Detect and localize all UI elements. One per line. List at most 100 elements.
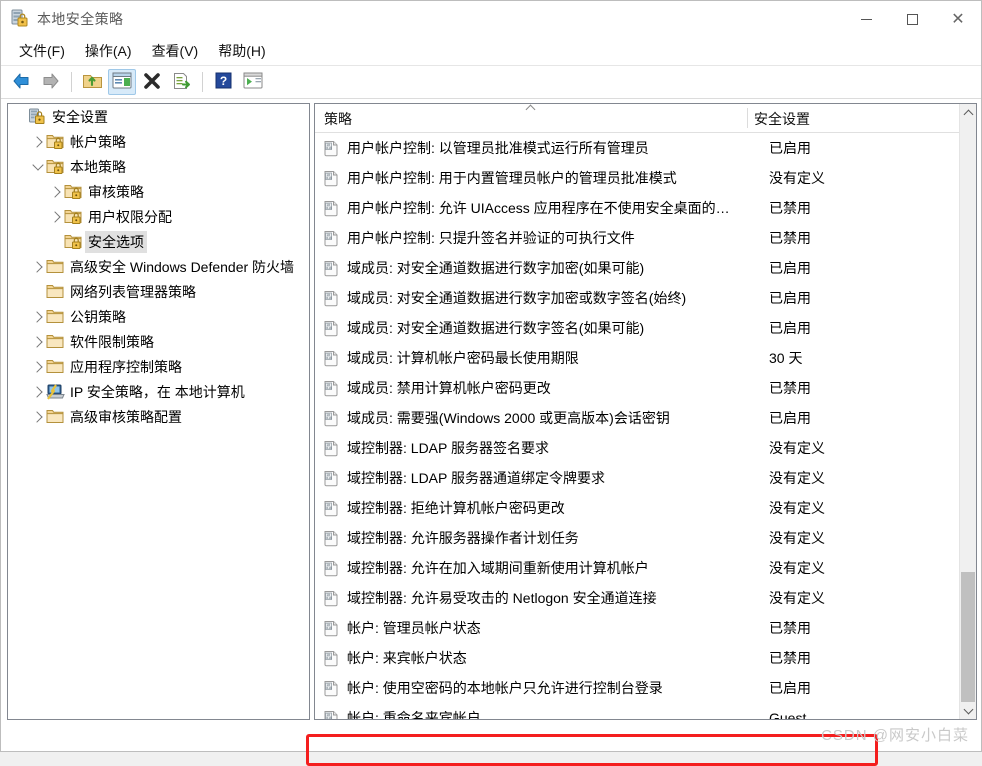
policy-row[interactable]: 10010用户帐户控制: 用于内置管理员帐户的管理员批准模式没有定义 — [315, 163, 976, 193]
svg-text:010: 010 — [326, 386, 332, 390]
menu-view[interactable]: 查看(V) — [142, 38, 209, 64]
svg-text:010: 010 — [326, 326, 332, 330]
tree-expander-2[interactable] — [48, 184, 64, 200]
tree-item-10[interactable]: IP 安全策略，在 本地计算机 — [8, 379, 309, 404]
delete-button[interactable] — [138, 69, 166, 95]
column-header-setting[interactable]: 安全设置 — [754, 109, 810, 129]
tree-item-11[interactable]: 高级审核策略配置 — [8, 404, 309, 429]
tree-root-security-settings[interactable]: 安全设置 — [8, 104, 309, 129]
policy-row[interactable]: 10010域成员: 对安全通道数据进行数字加密或数字签名(始终)已启用 — [315, 283, 976, 313]
policy-row[interactable]: 10010用户帐户控制: 只提升签名并验证的可执行文件已禁用 — [315, 223, 976, 253]
policy-name: 域成员: 禁用计算机帐户密码更改 — [347, 378, 751, 398]
chevron-right-icon — [31, 411, 42, 422]
scroll-down-arrow[interactable] — [960, 702, 976, 719]
close-button[interactable]: ✕ — [935, 1, 981, 37]
title-bar: 本地安全策略 ✕ — [1, 1, 981, 37]
back-button[interactable] — [7, 69, 35, 95]
maximize-button[interactable] — [889, 1, 935, 37]
window-controls: ✕ — [843, 1, 981, 37]
tree-expander-5[interactable] — [30, 259, 46, 275]
policy-setting-icon: 10010 — [323, 710, 340, 721]
policy-row[interactable]: 10010域成员: 禁用计算机帐户密码更改已禁用 — [315, 373, 976, 403]
tree-expander-0[interactable] — [30, 134, 46, 150]
policy-row[interactable]: 10010域控制器: LDAP 服务器签名要求没有定义 — [315, 433, 976, 463]
export-icon — [172, 72, 192, 93]
tree-item-1[interactable]: 本地策略 — [8, 154, 309, 179]
arrow-right-icon — [41, 72, 61, 93]
policy-row[interactable]: 10010域控制器: LDAP 服务器通道绑定令牌要求没有定义 — [315, 463, 976, 493]
policy-name: 用户帐户控制: 以管理员批准模式运行所有管理员 — [347, 138, 751, 158]
policy-row[interactable]: 10010帐户: 来宾帐户状态已禁用 — [315, 643, 976, 673]
tree-expander-9[interactable] — [30, 359, 46, 375]
vertical-scrollbar[interactable] — [959, 104, 976, 719]
menu-action[interactable]: 操作(A) — [75, 38, 142, 64]
policy-name: 域成员: 需要强(Windows 2000 或更高版本)会话密钥 — [347, 408, 751, 428]
folder-lock-icon — [46, 158, 65, 175]
menu-file[interactable]: 文件(F) — [9, 38, 75, 64]
policy-name: 域成员: 计算机帐户密码最长使用期限 — [347, 348, 751, 368]
policy-value: 没有定义 — [769, 528, 825, 548]
tree-item-5[interactable]: 高级安全 Windows Defender 防火墙 — [8, 254, 309, 279]
tree-item-0[interactable]: 帐户策略 — [8, 129, 309, 154]
policy-row[interactable]: 10010帐户: 使用空密码的本地帐户只允许进行控制台登录已启用 — [315, 673, 976, 703]
policy-row[interactable]: 10010域成员: 对安全通道数据进行数字加密(如果可能)已启用 — [315, 253, 976, 283]
policy-row[interactable]: 10010域控制器: 允许在加入域期间重新使用计算机帐户没有定义 — [315, 553, 976, 583]
security-settings-icon — [28, 108, 47, 125]
export-list-button[interactable] — [168, 69, 196, 95]
policy-value: 30 天 — [769, 348, 802, 368]
show-console-tree-button[interactable] — [108, 69, 136, 95]
policy-row[interactable]: 10010域控制器: 允许易受攻击的 Netlogon 安全通道连接没有定义 — [315, 583, 976, 613]
policy-row[interactable]: 10010用户帐户控制: 以管理员批准模式运行所有管理员已启用 — [315, 133, 976, 163]
tree-expander-3[interactable] — [48, 209, 64, 225]
tree-item-7[interactable]: 公钥策略 — [8, 304, 309, 329]
policy-row[interactable]: 10010域成员: 对安全通道数据进行数字签名(如果可能)已启用 — [315, 313, 976, 343]
scroll-up-arrow[interactable] — [960, 104, 976, 121]
tree-item-label-7: 公钥策略 — [70, 307, 126, 327]
policy-value: 已启用 — [769, 258, 811, 278]
policy-row[interactable]: 10010帐户: 管理员帐户状态已禁用 — [315, 613, 976, 643]
policy-list-pane[interactable]: 策略 安全设置 10010用户帐户控制: 以管理员批准模式运行所有管理员已启用1… — [314, 103, 977, 720]
tree-item-6[interactable]: 网络列表管理器策略 — [8, 279, 309, 304]
forward-button[interactable] — [37, 69, 65, 95]
arrow-left-icon — [11, 72, 31, 93]
menu-help[interactable]: 帮助(H) — [208, 38, 275, 64]
tree-item-9[interactable]: 应用程序控制策略 — [8, 354, 309, 379]
minimize-button[interactable] — [843, 1, 889, 37]
tree-item-2[interactable]: 审核策略 — [8, 179, 309, 204]
up-one-level-button[interactable] — [78, 69, 106, 95]
policy-setting-icon: 10010 — [323, 590, 340, 607]
policy-value: 已禁用 — [769, 228, 811, 248]
policy-row[interactable]: 10010域成员: 需要强(Windows 2000 或更高版本)会话密钥已启用 — [315, 403, 976, 433]
folder-lock-icon — [64, 233, 83, 250]
policy-row[interactable]: 10010域成员: 计算机帐户密码最长使用期限30 天 — [315, 343, 976, 373]
tree-expander-7[interactable] — [30, 309, 46, 325]
folder-icon — [46, 408, 65, 425]
policy-name: 域成员: 对安全通道数据进行数字加密或数字签名(始终) — [347, 288, 751, 308]
policy-setting-icon: 10010 — [323, 680, 340, 697]
policy-setting-icon: 10010 — [323, 440, 340, 457]
console-tree-pane[interactable]: 安全设置帐户策略本地策略审核策略用户权限分配安全选项高级安全 Windows D… — [7, 103, 310, 720]
column-divider[interactable] — [747, 108, 748, 128]
column-header-policy[interactable]: 策略 — [324, 109, 352, 129]
scrollbar-thumb[interactable] — [961, 572, 975, 702]
folder-lock-icon — [64, 183, 83, 200]
policy-row[interactable]: 10010用户帐户控制: 允许 UIAccess 应用程序在不使用安全桌面的…已… — [315, 193, 976, 223]
tree-item-8[interactable]: 软件限制策略 — [8, 329, 309, 354]
svg-text:010: 010 — [326, 536, 332, 540]
policy-row[interactable]: 10010帐户: 重命名来宾帐户Guest — [315, 703, 976, 720]
tree-item-4[interactable]: 安全选项 — [8, 229, 309, 254]
show-action-pane-button[interactable] — [239, 69, 267, 95]
help-button[interactable]: ? — [209, 69, 237, 95]
policy-list-body[interactable]: 10010用户帐户控制: 以管理员批准模式运行所有管理员已启用10010用户帐户… — [315, 133, 976, 720]
tree-expander-11[interactable] — [30, 409, 46, 425]
policy-name: 用户帐户控制: 只提升签名并验证的可执行文件 — [347, 228, 751, 248]
tree-item-3[interactable]: 用户权限分配 — [8, 204, 309, 229]
svg-text:010: 010 — [326, 716, 332, 720]
chevron-right-icon — [31, 261, 42, 272]
policy-row[interactable]: 10010域控制器: 拒绝计算机帐户密码更改没有定义 — [315, 493, 976, 523]
policy-value: 已启用 — [769, 318, 811, 338]
policy-row[interactable]: 10010域控制器: 允许服务器操作者计划任务没有定义 — [315, 523, 976, 553]
tree-expander-10[interactable] — [30, 384, 46, 400]
tree-expander-1[interactable] — [30, 159, 46, 175]
tree-expander-8[interactable] — [30, 334, 46, 350]
